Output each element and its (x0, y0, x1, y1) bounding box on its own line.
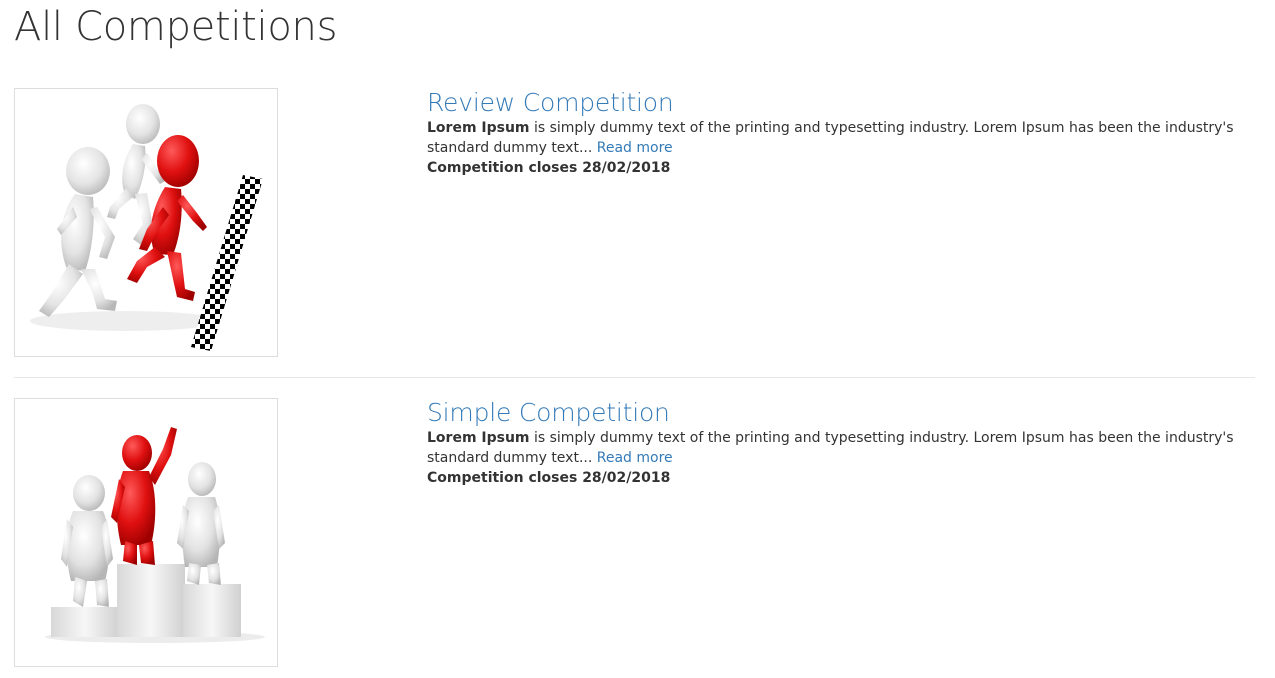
read-more-link[interactable]: Read more (597, 450, 673, 466)
divider (14, 377, 1255, 378)
competition-image-podium[interactable] (14, 398, 278, 667)
description-text: is simply dummy text of the printing and… (427, 120, 1234, 156)
read-more-link[interactable]: Read more (597, 140, 673, 156)
competition-info: Review Competition Lorem Ipsum is simply… (427, 88, 1255, 178)
runners-race-icon (30, 104, 263, 351)
competition-description: Lorem Ipsum is simply dummy text of the … (427, 428, 1239, 468)
description-text: is simply dummy text of the printing and… (427, 430, 1234, 466)
winners-podium-icon (45, 427, 265, 643)
competition-image-runners[interactable] (14, 88, 278, 357)
competition-card: Simple Competition Lorem Ipsum is simply… (14, 398, 1255, 668)
competition-card: Review Competition Lorem Ipsum is simply… (14, 88, 1255, 358)
page-title: All Competitions (14, 4, 338, 50)
competition-title-link[interactable]: Review Competition (427, 88, 1255, 118)
competition-closing-date: Competition closes 28/02/2018 (427, 160, 671, 176)
description-bold: Lorem Ipsum (427, 430, 530, 446)
competition-title-link[interactable]: Simple Competition (427, 398, 1255, 428)
competition-closing-date: Competition closes 28/02/2018 (427, 470, 671, 486)
competition-info: Simple Competition Lorem Ipsum is simply… (427, 398, 1255, 488)
competition-description: Lorem Ipsum is simply dummy text of the … (427, 118, 1239, 158)
description-bold: Lorem Ipsum (427, 120, 530, 136)
